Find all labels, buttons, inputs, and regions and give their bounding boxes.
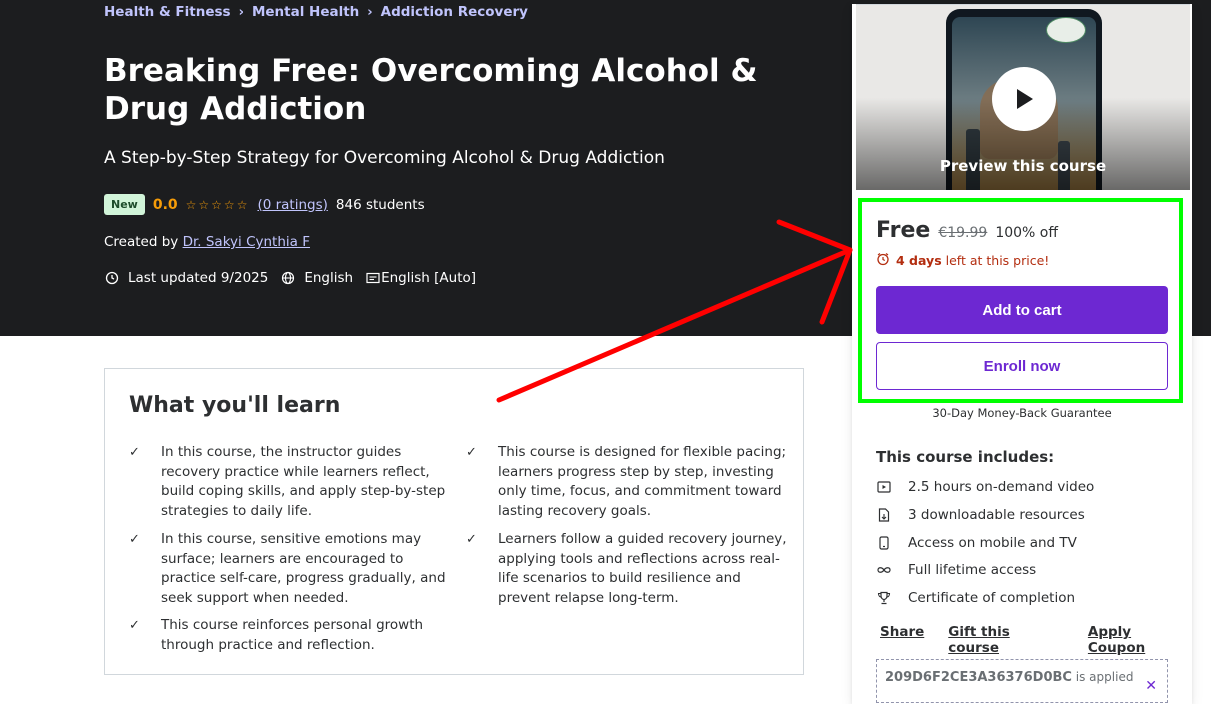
include-item: 3 downloadable resources [876,507,1085,523]
play-icon[interactable] [992,67,1056,131]
course-subtitle: A Step-by-Step Strategy for Overcoming A… [104,148,665,168]
globe-icon [280,270,296,286]
learn-item: ✓ Learners follow a guided recovery jour… [466,530,788,608]
check-icon: ✓ [466,445,477,460]
chevron-right-icon: › [238,4,244,20]
course-language: English [304,270,354,286]
ratings-link[interactable]: (0 ratings) [257,197,327,213]
include-text: 2.5 hours on-demand video [908,479,1095,495]
breadcrumb-mental-health[interactable]: Mental Health [252,4,359,20]
created-by-label: Created by [104,234,179,250]
share-link[interactable]: Share [880,624,924,656]
what-you-will-learn: What you'll learn ✓ In this course, the … [104,368,804,675]
new-badge: New [104,194,145,215]
includes-title: This course includes: [876,448,1055,466]
learn-item: ✓ In this course, sensitive emotions may… [129,530,451,608]
rating-row: New 0.0 ☆☆☆☆☆ (0 ratings) 846 students [104,194,425,215]
course-title: Breaking Free: Overcoming Alcohol & Drug… [104,53,758,127]
infinity-icon [876,562,892,578]
download-file-icon [876,507,892,523]
breadcrumb: Health & Fitness › Mental Health › Addic… [104,4,528,20]
last-updated: Last updated 9/2025 [128,270,269,286]
instructor-link[interactable]: Dr. Sakyi Cynthia F [183,234,310,250]
video-icon [876,479,892,495]
include-item: 2.5 hours on-demand video [876,479,1094,495]
alarm-clock-icon [104,270,120,286]
preview-label: Preview this course [939,157,1107,175]
learn-item-text: This course reinforces personal growth t… [161,617,424,653]
remove-coupon-icon[interactable]: ✕ [1145,678,1157,694]
include-text: Full lifetime access [908,562,1037,578]
trophy-icon [876,590,892,606]
card-links: Share Gift this course Apply Coupon [880,624,1192,656]
learn-item: ✓ This course is designed for flexible p… [466,443,788,521]
chevron-right-icon: › [367,4,373,20]
learn-item-text: This course is designed for flexible pac… [498,444,787,519]
include-item: Access on mobile and TV [876,535,1077,551]
student-count: 846 students [335,196,425,213]
course-meta: Last updated 9/2025 English English [Aut… [104,270,476,286]
course-captions: English [Auto] [381,270,477,286]
learn-item-text: Learners follow a guided recovery journe… [498,531,787,606]
learn-item-text: In this course, the instructor guides re… [161,444,446,519]
breadcrumb-addiction-recovery[interactable]: Addiction Recovery [381,4,528,20]
created-by: Created by Dr. Sakyi Cynthia F [104,234,310,250]
check-icon: ✓ [129,445,140,460]
coupon-code: 209D6F2CE3A36376D0BC [885,670,1072,685]
gift-course-link[interactable]: Gift this course [948,624,1064,656]
applied-coupon: 209D6F2CE3A36376D0BC is applied ✕ [876,659,1168,703]
money-back-guarantee: 30-Day Money-Back Guarantee [932,406,1112,420]
check-icon: ✓ [466,532,477,547]
mobile-icon [876,535,892,551]
coupon-status: is applied [1075,670,1134,684]
include-text: Certificate of completion [908,590,1076,606]
include-text: 3 downloadable resources [908,507,1085,523]
breadcrumb-health-fitness[interactable]: Health & Fitness [104,4,231,20]
learn-item: ✓ This course reinforces personal growth… [129,616,451,655]
captions-icon [365,270,381,286]
highlight-box [858,198,1183,403]
learn-item: ✓ In this course, the instructor guides … [129,443,451,521]
course-preview-video[interactable]: Preview this course [856,4,1190,190]
include-text: Access on mobile and TV [908,535,1077,551]
check-icon: ✓ [129,532,140,547]
learn-title: What you'll learn [129,393,341,418]
rating-score: 0.0 [152,196,178,213]
include-item: Full lifetime access [876,562,1036,578]
apply-coupon-link[interactable]: Apply Coupon [1088,624,1192,656]
star-rating-icon: ☆☆☆☆☆ [185,197,250,212]
include-item: Certificate of completion [876,590,1075,606]
learn-item-text: In this course, sensitive emotions may s… [161,531,446,606]
check-icon: ✓ [129,618,140,633]
